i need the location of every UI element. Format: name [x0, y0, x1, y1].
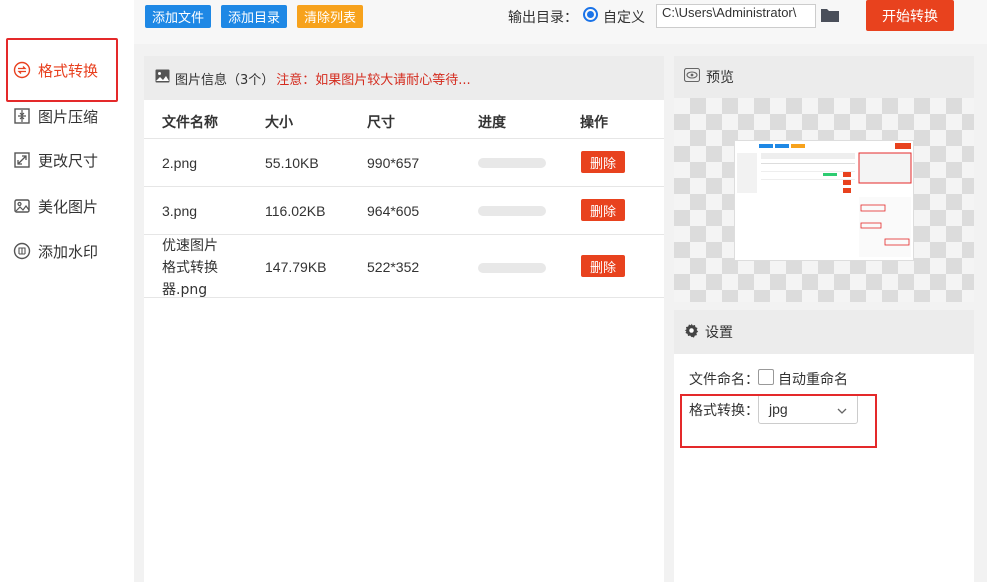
file-panel: 图片信息（3个） 注意：如果图片较大请耐心等待... 文件名称 大小 尺寸 进度… [144, 56, 664, 582]
preview-header: 预览 [674, 56, 974, 98]
table-row: 3.png 116.02KB 964*605 删除 [144, 186, 664, 234]
compress-icon [12, 106, 32, 126]
table-row: 优速图片 格式转换 器.png 147.79KB 522*352 删除 [144, 234, 664, 298]
preview-panel: 预览 [674, 56, 974, 302]
start-convert-button[interactable]: 开始转换 [866, 0, 954, 31]
file-name: 3.png [162, 203, 198, 219]
file-dimensions: 964*605 [367, 203, 420, 219]
auto-rename-label[interactable]: 自动重命名 [778, 369, 848, 389]
beautify-icon [12, 196, 32, 216]
file-dimensions: 990*657 [367, 155, 420, 171]
column-header-name: 文件名称 [162, 115, 218, 131]
resize-icon [12, 150, 32, 170]
file-name: 2.png [162, 155, 198, 171]
preview-title: 预览 [706, 70, 734, 86]
file-size: 55.10KB [265, 155, 319, 171]
preview-thumbnail [734, 140, 914, 261]
file-name-line: 器.png [162, 282, 208, 298]
format-select-highlight [680, 394, 877, 448]
output-dir-label: 输出目录： [508, 10, 578, 26]
clear-list-button[interactable]: 清除列表 [297, 5, 364, 28]
sidebar-item-label: 更改尺寸 [38, 151, 99, 170]
table-row: 2.png 55.10KB 990*657 删除 [144, 138, 664, 186]
delete-button[interactable]: 删除 [581, 199, 625, 221]
progress-bar [478, 206, 546, 216]
column-header-action: 操作 [580, 115, 608, 131]
delete-button[interactable]: 删除 [581, 151, 625, 173]
format-convert-icon [12, 60, 32, 80]
file-panel-header: 图片信息（3个） 注意：如果图片较大请耐心等待... [144, 56, 664, 100]
file-name-line: 优速图片 [162, 238, 218, 254]
sidebar-item-format-convert[interactable]: 格式转换 [12, 56, 122, 84]
column-header-progress: 进度 [478, 115, 506, 131]
sidebar-item-label: 格式转换 [38, 61, 99, 80]
sidebar-item-watermark[interactable]: 添加水印 [12, 237, 122, 265]
file-dimensions: 522*352 [367, 259, 420, 275]
auto-rename-checkbox[interactable] [758, 369, 774, 385]
file-name-line: 格式转换 [162, 260, 218, 276]
folder-icon[interactable] [820, 7, 840, 23]
sidebar-item-label: 美化图片 [38, 197, 99, 216]
file-panel-title: 图片信息（3个） [175, 72, 275, 88]
output-path-input[interactable]: C:\Users\Administrator\ [656, 4, 816, 28]
naming-label: 文件命名： [689, 372, 759, 388]
image-icon [155, 69, 170, 87]
settings-header: 设置 [674, 310, 974, 354]
toolbar: 添加文件 添加目录 清除列表 输出目录： 自定义 C:\Users\Admini… [134, 0, 987, 44]
sidebar: 格式转换 图片压缩 更改尺寸 美化图片 添加水印 [0, 0, 134, 582]
gear-icon [684, 323, 699, 342]
file-name: 优速图片 格式转换 器.png [162, 235, 218, 301]
preview-canvas [674, 98, 974, 302]
file-panel-warning: 注意：如果图片较大请耐心等待... [276, 72, 471, 88]
eye-icon [683, 67, 701, 86]
file-size: 116.02KB [265, 203, 326, 219]
column-header-size: 大小 [265, 115, 293, 131]
sidebar-item-beautify[interactable]: 美化图片 [12, 192, 122, 220]
sidebar-item-resize[interactable]: 更改尺寸 [12, 146, 122, 174]
sidebar-item-label: 图片压缩 [38, 107, 99, 126]
file-size: 147.79KB [265, 259, 327, 275]
sidebar-item-compress[interactable]: 图片压缩 [12, 102, 122, 130]
sidebar-item-label: 添加水印 [38, 242, 99, 261]
custom-dir-radio[interactable] [583, 7, 598, 22]
add-folder-button[interactable]: 添加目录 [221, 5, 288, 28]
delete-button[interactable]: 删除 [581, 255, 625, 277]
watermark-icon [12, 241, 32, 261]
settings-title: 设置 [705, 325, 733, 341]
progress-bar [478, 263, 546, 273]
add-file-button[interactable]: 添加文件 [145, 5, 212, 28]
progress-bar [478, 158, 546, 168]
column-header-dimensions: 尺寸 [367, 115, 395, 131]
custom-dir-radio-label[interactable]: 自定义 [603, 7, 645, 27]
